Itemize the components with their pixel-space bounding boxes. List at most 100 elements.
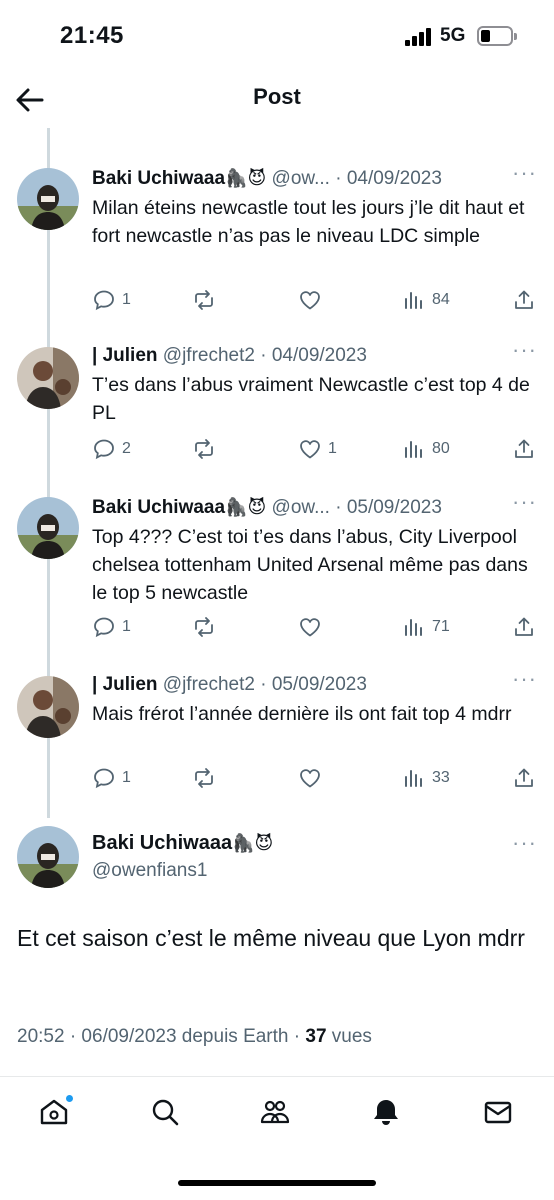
name-emoji: 🦍😈	[232, 833, 274, 854]
author-handle[interactable]: @ow...	[272, 497, 330, 518]
views-icon	[405, 441, 422, 458]
status-bar: 21:45 5G	[0, 0, 554, 72]
share-icon	[515, 290, 533, 309]
views-button[interactable]: 84	[402, 288, 450, 312]
reply-text: T’es dans l’abus vraiment Newcastle c’es…	[92, 374, 530, 424]
views-count: 80	[432, 440, 450, 457]
views-button[interactable]: 33	[402, 766, 450, 790]
views-count: 84	[432, 291, 450, 308]
notifications-icon	[374, 1100, 398, 1125]
reply-count: 1	[122, 618, 131, 635]
post-date[interactable]: 05/09/2023	[272, 674, 367, 695]
notification-dot	[65, 1094, 74, 1103]
post-date[interactable]: 04/09/2023	[272, 345, 367, 366]
views-icon	[405, 619, 422, 636]
reply-icon	[94, 439, 114, 460]
views-button[interactable]: 71	[402, 615, 450, 639]
more-options-icon[interactable]: ···	[512, 162, 536, 190]
post-date[interactable]: 05/09/2023	[347, 497, 442, 518]
battery-icon	[477, 26, 517, 46]
like-count: 1	[328, 440, 337, 457]
heart-icon	[300, 618, 320, 637]
author-handle[interactable]: @owenfians1	[92, 860, 207, 882]
share-icon	[515, 617, 533, 636]
like-button[interactable]	[298, 615, 328, 639]
nav-home[interactable]	[38, 1094, 74, 1132]
heart-icon	[300, 769, 320, 788]
views-count: 71	[432, 618, 450, 635]
avatar[interactable]	[17, 676, 79, 738]
nav-messages[interactable]	[482, 1096, 518, 1132]
repost-button[interactable]	[192, 288, 222, 312]
views-count: 33	[432, 769, 450, 786]
name-emoji: 🦍😈	[225, 168, 267, 189]
reply-icon	[94, 290, 114, 311]
reply-text: Mais frérot l’année dernière ils ont fai…	[92, 703, 512, 725]
reply-icon	[94, 768, 114, 789]
repost-icon	[195, 768, 213, 788]
reply-button[interactable]: 1	[92, 766, 131, 790]
author-name[interactable]: Baki Uchiwaaa🦍😈	[92, 832, 273, 855]
page-title: Post	[253, 84, 301, 109]
heart-icon	[300, 291, 320, 310]
repost-icon	[195, 617, 213, 637]
repost-button[interactable]	[192, 615, 222, 639]
action-bar: 1 71	[92, 615, 542, 639]
more-options-icon[interactable]: ···	[512, 491, 536, 519]
repost-button[interactable]	[192, 437, 222, 461]
repost-icon	[195, 290, 213, 310]
search-icon	[152, 1099, 179, 1126]
nav-search[interactable]	[149, 1096, 185, 1132]
avatar[interactable]	[17, 497, 79, 559]
avatar[interactable]	[17, 826, 79, 888]
more-options-icon[interactable]: ···	[512, 832, 536, 860]
reply-button[interactable]: 1	[92, 288, 131, 312]
more-options-icon[interactable]: ···	[512, 339, 536, 367]
nav-notifications[interactable]	[370, 1096, 406, 1132]
avatar[interactable]	[17, 347, 79, 409]
author-name[interactable]: | Julien	[92, 674, 158, 695]
reply-text: Top 4??? C’est toi t’es dans l’abus, Cit…	[92, 526, 528, 604]
post-meta: 20:52 · 06/09/2023 depuis Earth · 37 vue…	[17, 1026, 372, 1048]
share-button[interactable]	[512, 766, 536, 790]
reply-header: | Julien @jfrechet2 · 04/09/2023	[92, 345, 367, 366]
post-timestamp: 20:52 · 06/09/2023 depuis Earth ·	[17, 1026, 306, 1047]
reply-count: 1	[122, 769, 131, 786]
share-button[interactable]	[512, 437, 536, 461]
post-date[interactable]: 04/09/2023	[347, 168, 442, 189]
like-button[interactable]: 1	[298, 437, 337, 461]
author-handle[interactable]: @jfrechet2	[163, 345, 255, 366]
reply-header: Baki Uchiwaaa🦍😈 @ow... · 05/09/2023	[92, 497, 442, 518]
views-icon	[405, 770, 422, 787]
share-button[interactable]	[512, 288, 536, 312]
nav-communities[interactable]	[259, 1096, 295, 1132]
author-name[interactable]: Baki Uchiwaaa	[92, 168, 225, 189]
share-icon	[515, 768, 533, 787]
action-bar: 1 33	[92, 766, 542, 790]
more-options-icon[interactable]: ···	[512, 668, 536, 696]
reply-count: 1	[122, 291, 131, 308]
reply-button[interactable]: 1	[92, 615, 131, 639]
repost-icon	[195, 439, 213, 459]
like-button[interactable]	[298, 766, 328, 790]
author-name[interactable]: Baki Uchiwaaa	[92, 497, 225, 518]
like-button[interactable]	[298, 288, 328, 312]
repost-button[interactable]	[192, 766, 222, 790]
reply-text: Milan éteins newcastle tout les jours j’…	[92, 197, 525, 247]
home-indicator	[178, 1180, 376, 1186]
views-count[interactable]: 37	[305, 1026, 326, 1047]
author-name-text: Baki Uchiwaaa	[92, 832, 233, 854]
divider	[0, 1076, 554, 1077]
avatar[interactable]	[17, 168, 79, 230]
views-button[interactable]: 80	[402, 437, 450, 461]
top-bar: Post	[0, 72, 554, 128]
signal-icon	[405, 28, 433, 46]
author-name[interactable]: | Julien	[92, 345, 158, 366]
reply-button[interactable]: 2	[92, 437, 131, 461]
author-handle[interactable]: @jfrechet2	[163, 674, 255, 695]
reply-header: Baki Uchiwaaa🦍😈 @ow... · 04/09/2023	[92, 168, 442, 189]
share-button[interactable]	[512, 615, 536, 639]
author-handle[interactable]: @ow...	[272, 168, 330, 189]
messages-icon	[484, 1101, 512, 1124]
post-text: Et cet saison c’est le même niveau que L…	[17, 925, 525, 951]
